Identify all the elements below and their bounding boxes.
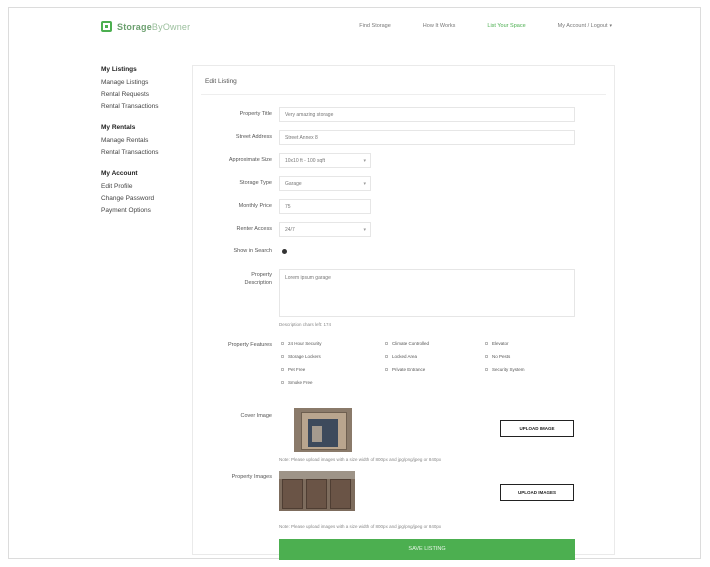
top-navigation-bar: StorageByOwner Find Storage How It Works… xyxy=(9,8,700,48)
checkbox-icon xyxy=(281,342,284,345)
label-property-images: Property Images xyxy=(231,474,272,480)
site-logo[interactable]: StorageByOwner xyxy=(101,21,190,32)
checkbox-icon xyxy=(281,368,284,371)
sidebar-group-rentals: My Rentals Manage Rentals Rental Transac… xyxy=(101,124,191,156)
size-select[interactable]: 10x10 ft - 100 sqft xyxy=(279,153,371,168)
page-title: Edit Listing xyxy=(205,78,237,85)
checkbox-icon xyxy=(385,368,388,371)
description-char-count: Description chars left: 174 xyxy=(279,322,332,327)
checkbox-icon xyxy=(281,355,284,358)
upload-property-images-button[interactable]: UPLOAD IMAGES xyxy=(500,484,574,501)
sidebar-item-manage-rentals[interactable]: Manage Rentals xyxy=(101,137,191,144)
street-address-input[interactable]: Street Annex 8 xyxy=(279,130,575,145)
label-street-address: Street Address xyxy=(235,134,272,140)
sidebar: My Listings Manage Listings Rental Reque… xyxy=(101,66,191,228)
cover-image-note: Note: Please upload images with a size w… xyxy=(279,457,442,462)
label-property-title: Property Title xyxy=(239,111,272,117)
divider xyxy=(201,94,606,95)
label-approximate-size: Approximate Size xyxy=(228,157,272,163)
sidebar-group-listings: My Listings Manage Listings Rental Reque… xyxy=(101,66,191,110)
property-title-input[interactable]: Very amazing storage xyxy=(279,107,575,122)
feature-climate-controlled[interactable]: Climate Controlled xyxy=(385,341,429,346)
checkbox-icon xyxy=(485,368,488,371)
checkbox-icon xyxy=(485,342,488,345)
checkbox-icon xyxy=(385,355,388,358)
property-images-note: Note: Please upload images with a size w… xyxy=(279,524,442,529)
sidebar-item-change-password[interactable]: Change Password xyxy=(101,195,191,202)
nav-list-your-space[interactable]: List Your Space xyxy=(487,23,525,29)
logo-icon xyxy=(101,21,112,32)
sidebar-item-rental-transactions-2[interactable]: Rental Transactions xyxy=(101,149,191,156)
upload-cover-image-button[interactable]: UPLOAD IMAGE xyxy=(500,420,574,437)
label-storage-type: Storage Type xyxy=(239,180,272,186)
property-description-textarea[interactable]: Lorem ipsum garage xyxy=(279,269,575,317)
checkbox-icon xyxy=(281,381,284,384)
top-nav: Find Storage How It Works List Your Spac… xyxy=(359,23,612,29)
garage-row-photo xyxy=(279,471,355,511)
edit-listing-card: Edit Listing Property Title Very amazing… xyxy=(192,65,615,560)
show-in-search-checkbox[interactable] xyxy=(282,249,287,254)
monthly-price-input[interactable]: 75 xyxy=(279,199,371,214)
sidebar-item-manage-listings[interactable]: Manage Listings xyxy=(101,79,191,86)
nav-my-account[interactable]: My Account / Logout ▾ xyxy=(558,23,612,29)
logo-text: StorageByOwner xyxy=(117,21,191,32)
sidebar-heading: My Account xyxy=(101,170,138,177)
nav-find-storage[interactable]: Find Storage xyxy=(359,23,391,29)
label-monthly-price: Monthly Price xyxy=(238,203,272,209)
renter-access-select[interactable]: 24/7 xyxy=(279,222,371,237)
feature-storage-lockers[interactable]: Storage Lockers xyxy=(281,354,321,359)
label-property-description-1: Property xyxy=(251,272,272,278)
save-listing-button[interactable]: SAVE LISTING xyxy=(279,539,575,560)
feature-smoke-free[interactable]: Smoke Free xyxy=(281,380,313,385)
feature-locked-area[interactable]: Locked Area xyxy=(385,354,417,359)
sidebar-item-rental-transactions[interactable]: Rental Transactions xyxy=(101,103,191,110)
feature-private-entrance[interactable]: Private Entrance xyxy=(385,367,425,372)
garage-photo xyxy=(294,408,352,452)
sidebar-heading: My Listings xyxy=(101,66,137,73)
label-property-description-2: Description xyxy=(244,280,272,286)
feature-security-system[interactable]: Security System xyxy=(485,367,525,372)
checkbox-icon xyxy=(385,342,388,345)
feature-elevator[interactable]: Elevator xyxy=(485,341,509,346)
sidebar-item-rental-requests[interactable]: Rental Requests xyxy=(101,91,191,98)
label-show-in-search: Show in Search xyxy=(233,248,272,254)
sidebar-group-account: My Account Edit Profile Change Password … xyxy=(101,170,191,214)
sidebar-item-payment-options[interactable]: Payment Options xyxy=(101,207,191,214)
feature-24-hour-security[interactable]: 24 Hour Security xyxy=(281,341,322,346)
sidebar-heading: My Rentals xyxy=(101,124,136,131)
page-frame: StorageByOwner Find Storage How It Works… xyxy=(8,7,701,560)
feature-pet-free[interactable]: Pet Free xyxy=(281,367,305,372)
checkbox-icon xyxy=(485,355,488,358)
label-renter-access: Renter Access xyxy=(236,226,272,232)
sidebar-item-edit-profile[interactable]: Edit Profile xyxy=(101,183,191,190)
label-cover-image: Cover Image xyxy=(240,413,273,419)
nav-how-it-works[interactable]: How It Works xyxy=(423,23,456,29)
chevron-down-icon: ▾ xyxy=(609,23,612,29)
label-property-features: Property Features xyxy=(227,342,272,348)
storage-type-select[interactable]: Garage xyxy=(279,176,371,191)
feature-no-pests[interactable]: No Pests xyxy=(485,354,510,359)
